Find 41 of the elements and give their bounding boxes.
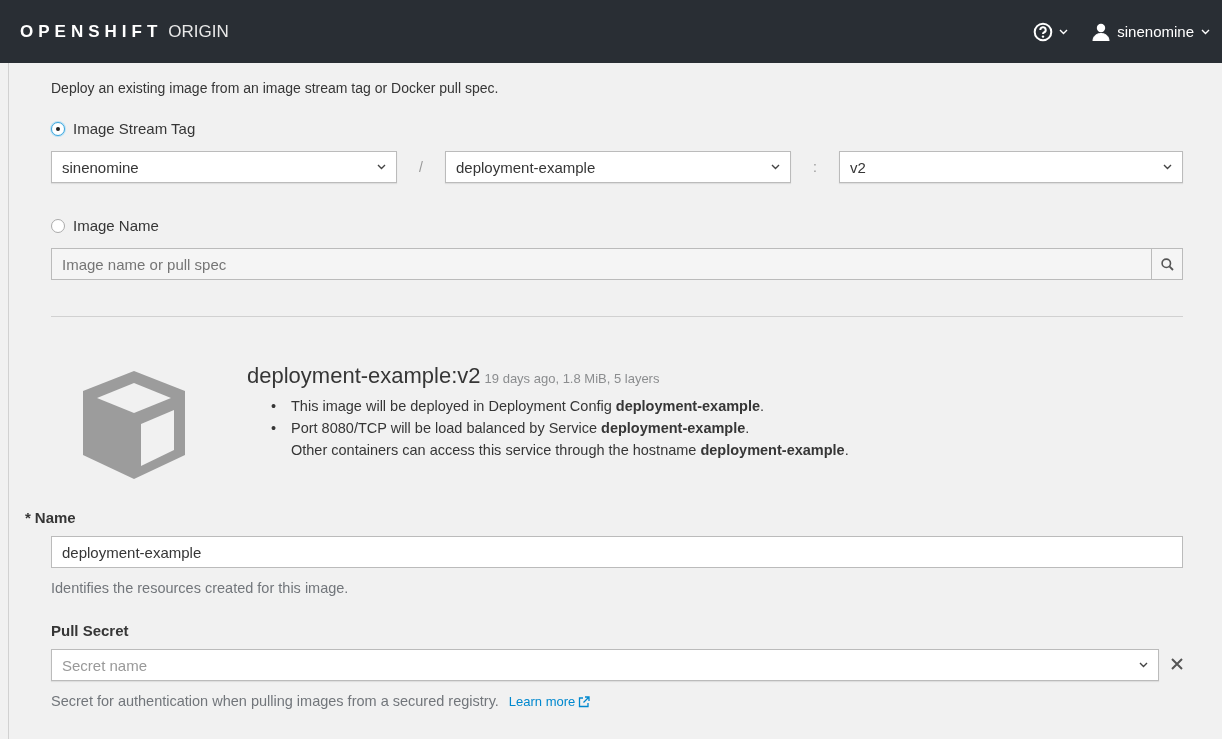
separator-text: : [812,159,818,175]
bullet-marker: • [271,397,278,416]
close-icon[interactable] [1171,658,1183,670]
help-text: Identifies the resources created for this image. [51,580,350,596]
bullet-marker: • [271,419,278,438]
radio-option[interactable]: Image Name [51,217,159,234]
chevron-down-icon [377,164,386,170]
help-menu[interactable] [1033,21,1069,42]
help-icon [1033,21,1054,42]
image-meta: 19 days ago, 1.8 MiB, 5 layers [484,371,660,386]
help-text: Secret for authentication when pulling images from a secured registry. [51,693,499,709]
name-field[interactable]: deployment-example [51,536,1183,568]
user-icon [1092,22,1111,41]
image-name-field[interactable]: Image name or pull spec [51,248,1152,280]
external-link-icon [578,695,591,708]
radio-option[interactable]: Image Stream Tag [51,120,196,137]
bullet-text: Port 8080/TCP will be load balanced by Service deployment-example. [291,419,751,438]
brand-name[interactable]: OPENSHIFT [20,21,163,42]
radio-button[interactable] [51,218,65,233]
namespace-select[interactable]: sinenomine [51,151,397,183]
radio-button[interactable] [51,121,65,136]
note-text: Other containers can access this service through the hostname deployment-example. [291,441,849,460]
learn-more-link[interactable]: Learn more [508,694,591,709]
chevron-down-icon [1201,28,1210,35]
separator-text: / [418,159,424,175]
bullet-text: This image will be deployed in Deployment Config deployment-example. [291,397,766,416]
intro-text: Deploy an existing image from an image stream tag or Docker pull spec. [51,80,500,96]
field-label: Name [34,509,76,526]
chevron-down-icon [1059,28,1069,35]
tag-select[interactable]: v2 [839,151,1183,183]
image-title: deployment-example:v2 [247,363,481,388]
product-name: ORIGIN [168,21,229,42]
search-button[interactable] [1152,248,1183,280]
chevron-down-icon [1139,662,1148,668]
user-menu[interactable]: sinenomine [1092,22,1210,41]
chevron-down-icon [771,164,780,170]
required-mark: * [25,509,31,526]
field-label: Pull Secret [51,622,130,639]
image-stream-select[interactable]: deployment-example [445,151,791,183]
chevron-down-icon [1163,164,1172,170]
search-icon [1160,257,1174,271]
